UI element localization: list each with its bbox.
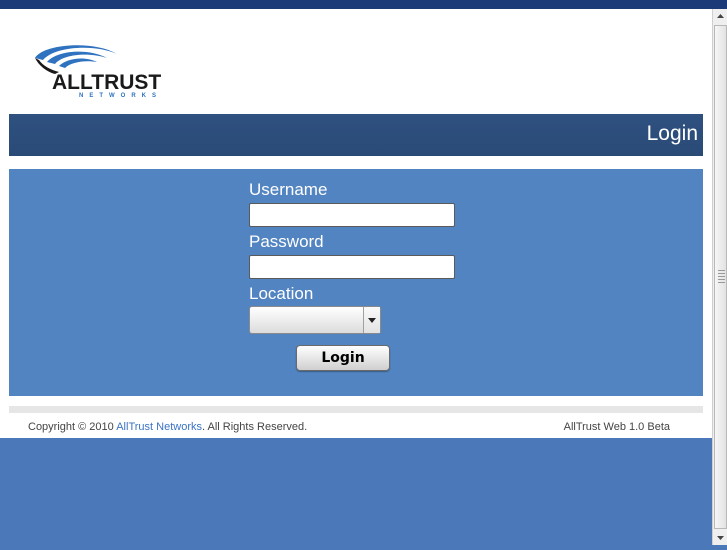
password-field[interactable] — [249, 255, 455, 279]
username-field[interactable] — [249, 203, 455, 227]
page-content: ALLTRUST NETWORKS Login Username Passwor… — [0, 9, 712, 438]
alltrust-logo: ALLTRUST NETWORKS — [33, 42, 208, 106]
location-label: Location — [249, 284, 314, 303]
copyright-suffix: . All Rights Reserved. — [202, 421, 308, 433]
dropdown-arrow[interactable] — [363, 307, 380, 333]
grip-icon — [718, 270, 725, 283]
brand-name: ALLTRUST — [52, 71, 162, 94]
header-bar: Login — [9, 114, 703, 156]
company-link[interactable]: AllTrust Networks — [116, 421, 202, 433]
scroll-down-button[interactable] — [714, 531, 727, 545]
password-label: Password — [249, 232, 324, 251]
version-text: AllTrust Web 1.0 Beta — [563, 421, 670, 433]
scroll-thumb[interactable] — [714, 25, 727, 529]
footer-divider — [9, 406, 703, 413]
top-border — [0, 0, 727, 9]
login-button[interactable]: Login — [296, 345, 390, 371]
location-select[interactable] — [249, 306, 381, 334]
vertical-scrollbar[interactable] — [712, 9, 727, 545]
scroll-down-arrow-icon — [717, 536, 724, 540]
copyright-prefix: Copyright © 2010 — [28, 421, 117, 433]
copyright-text: Copyright © 2010 AllTrust Networks. All … — [28, 421, 307, 433]
brand-subtitle: NETWORKS — [79, 93, 162, 99]
username-label: Username — [249, 180, 328, 199]
scroll-up-arrow-icon — [717, 14, 724, 18]
scroll-up-button[interactable] — [714, 9, 727, 23]
chevron-down-icon — [368, 318, 376, 323]
login-panel: Username Password Location Login — [9, 169, 703, 396]
page-title: Login — [646, 122, 698, 145]
